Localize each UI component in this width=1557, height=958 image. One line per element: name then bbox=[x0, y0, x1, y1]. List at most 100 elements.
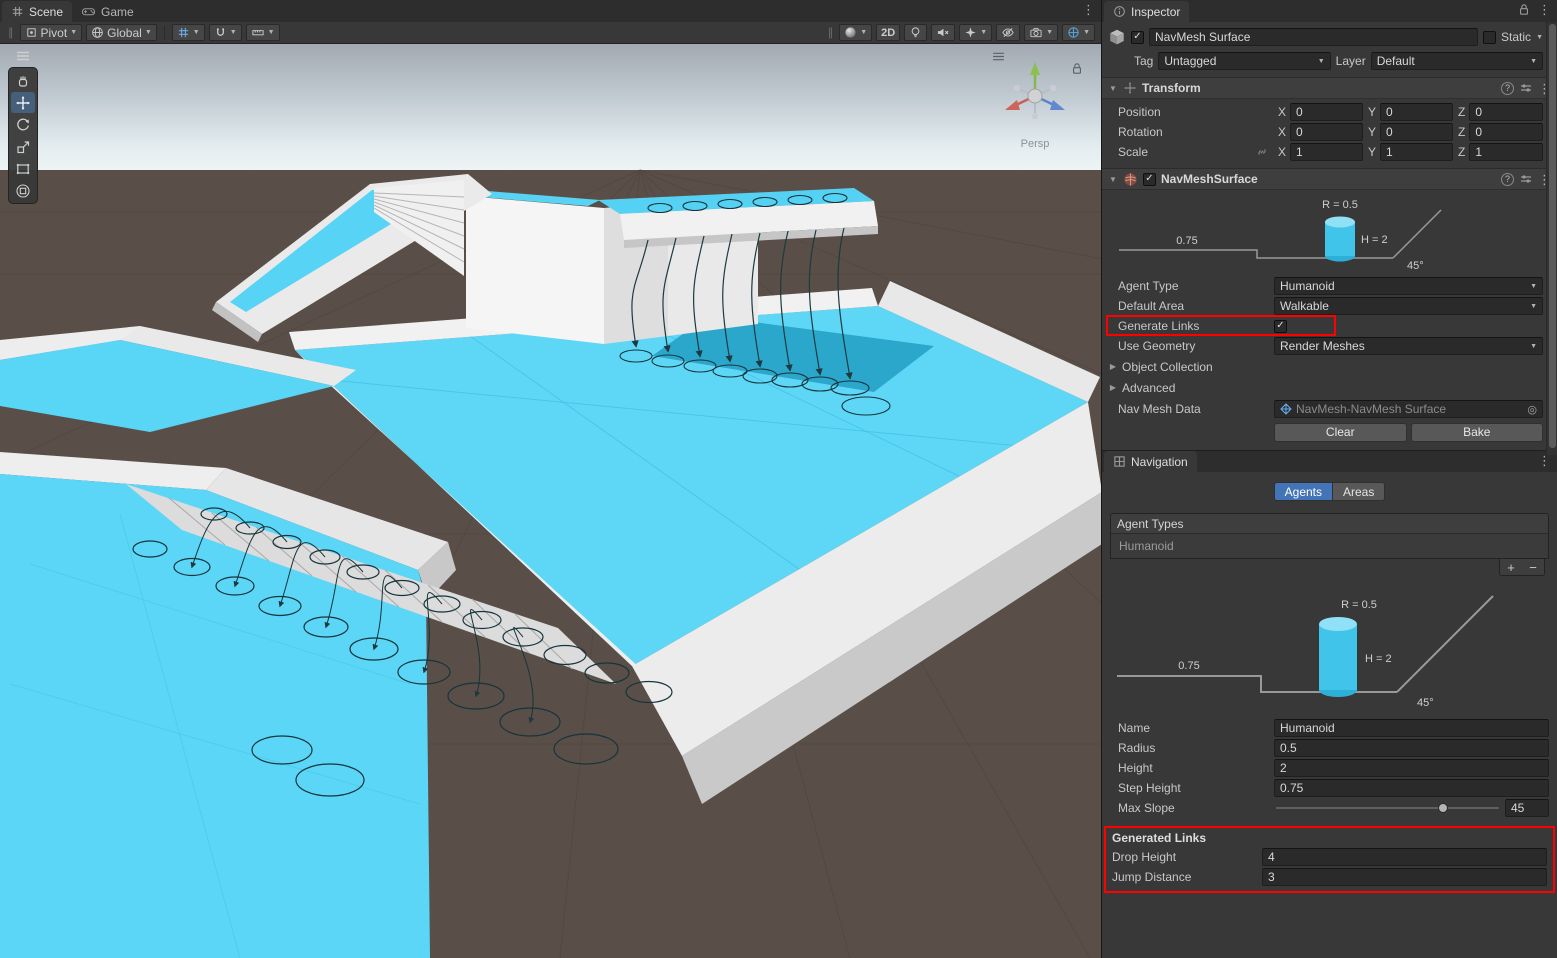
pivot-dropdown[interactable]: Pivot▼ bbox=[20, 24, 83, 41]
jump-distance-field[interactable]: 3 bbox=[1262, 868, 1547, 886]
agent-height-field[interactable]: 2 bbox=[1274, 759, 1549, 777]
tag-dropdown[interactable]: Untagged▼ bbox=[1158, 52, 1330, 70]
agent-type-dropdown[interactable]: Humanoid▼ bbox=[1274, 277, 1543, 295]
bake-button[interactable]: Bake bbox=[1411, 423, 1544, 442]
rotation-x-field[interactable]: 0 bbox=[1290, 123, 1363, 141]
navmesh-asset-icon bbox=[1280, 403, 1292, 415]
object-collection-foldout[interactable]: ▶ Object Collection bbox=[1102, 356, 1557, 377]
camera-settings-dropdown[interactable]: ▼ bbox=[1024, 24, 1058, 41]
scale-z-field[interactable]: 1 bbox=[1469, 143, 1543, 161]
position-x-field[interactable]: 0 bbox=[1290, 103, 1363, 121]
navmeshsurface-header[interactable]: ▼ ✓ NavMeshSurface ? ⋮ bbox=[1102, 168, 1557, 190]
agent-step-height-field[interactable]: 0.75 bbox=[1274, 779, 1549, 797]
generate-links-checkbox[interactable]: ✓ bbox=[1274, 320, 1287, 333]
agent-types-header: Agent Types bbox=[1111, 514, 1548, 534]
scene-toolbar: ∥ Pivot▼ Global▼ ▼ ▼ ▼ ∥ bbox=[0, 22, 1101, 44]
agent-type-item-humanoid[interactable]: Humanoid bbox=[1111, 534, 1548, 558]
2d-toggle[interactable]: 2D bbox=[876, 24, 900, 41]
gameobject-active-checkbox[interactable]: ✓ bbox=[1131, 31, 1144, 44]
help-icon[interactable]: ? bbox=[1501, 173, 1514, 186]
unity-editor-window: Scene Game ⋮ ∥ Pivot▼ Global▼ ▼ bbox=[0, 0, 1557, 958]
nav-mesh-data-object-field[interactable]: NavMesh-NavMesh Surface ◎ bbox=[1274, 400, 1543, 418]
advanced-foldout[interactable]: ▶ Advanced bbox=[1102, 377, 1557, 398]
grid-snap-dropdown[interactable]: ▼ bbox=[246, 24, 280, 41]
tab-scene[interactable]: Scene bbox=[2, 1, 72, 22]
rotate-tool-button[interactable] bbox=[11, 114, 35, 135]
constrain-proportions-icon[interactable] bbox=[1256, 146, 1268, 158]
lighting-toggle[interactable] bbox=[904, 24, 927, 41]
gizmos-dropdown[interactable]: ▼ bbox=[1062, 24, 1095, 41]
add-agent-type-button[interactable]: + bbox=[1500, 559, 1522, 575]
diagram-radius-label: R = 0.5 bbox=[1341, 599, 1377, 611]
scale-row: Scale X1 Y1 Z1 bbox=[1102, 142, 1557, 162]
foldout-icon[interactable]: ▼ bbox=[1108, 84, 1118, 93]
scene-render[interactable] bbox=[0, 44, 1101, 958]
scale-y-field[interactable]: 1 bbox=[1380, 143, 1453, 161]
scene-orientation-gizmo[interactable]: Persp bbox=[985, 50, 1085, 150]
agent-radius-field[interactable]: 0.5 bbox=[1274, 739, 1549, 757]
rotation-z-field[interactable]: 0 bbox=[1469, 123, 1543, 141]
scene-pane-menu-icon[interactable]: ⋮ bbox=[1082, 3, 1095, 16]
remove-agent-type-button[interactable]: − bbox=[1522, 559, 1544, 575]
transform-header[interactable]: ▼ Transform ? ⋮ bbox=[1102, 77, 1557, 99]
pivot-icon bbox=[25, 26, 38, 39]
inspector-tabbar: Inspector ⋮ bbox=[1102, 0, 1557, 22]
scene-viewport[interactable]: Persp bbox=[0, 44, 1101, 958]
gameobject-header: ✓ NavMesh Surface Static ▼ Tag Untagged▼… bbox=[1102, 22, 1557, 77]
drop-height-field[interactable]: 4 bbox=[1262, 848, 1547, 866]
object-picker-icon[interactable]: ◎ bbox=[1527, 403, 1537, 416]
default-area-dropdown[interactable]: Walkable▼ bbox=[1274, 297, 1543, 315]
inspector-scrollbar[interactable] bbox=[1546, 22, 1557, 455]
presets-icon[interactable] bbox=[1519, 81, 1533, 95]
clear-button[interactable]: Clear bbox=[1274, 423, 1407, 442]
tools-overlay-menu[interactable] bbox=[16, 48, 30, 64]
ruler-icon bbox=[251, 26, 265, 39]
scrollbar-thumb[interactable] bbox=[1549, 24, 1556, 448]
tab-areas[interactable]: Areas bbox=[1333, 482, 1385, 501]
rotation-y-field[interactable]: 0 bbox=[1380, 123, 1453, 141]
position-y-field[interactable]: 0 bbox=[1380, 103, 1453, 121]
toolbar-drag-handle-icon[interactable]: ∥ bbox=[8, 26, 14, 39]
gameobject-name-field[interactable]: NavMesh Surface bbox=[1149, 28, 1478, 46]
dropdown-arrow-icon: ▼ bbox=[860, 29, 867, 36]
presets-icon[interactable] bbox=[1519, 172, 1533, 186]
perspective-label[interactable]: Persp bbox=[985, 138, 1085, 150]
diagram-step-label: 0.75 bbox=[1176, 235, 1197, 247]
move-tool-button[interactable] bbox=[11, 92, 35, 113]
eye-slash-icon bbox=[1001, 26, 1015, 39]
tab-game[interactable]: Game bbox=[72, 1, 143, 22]
agent-name-field[interactable]: Humanoid bbox=[1274, 719, 1549, 737]
rect-tool-button[interactable] bbox=[11, 158, 35, 179]
inspector-menu-icon[interactable]: ⋮ bbox=[1538, 3, 1551, 16]
navigation-menu-icon[interactable]: ⋮ bbox=[1538, 454, 1551, 467]
lock-icon[interactable] bbox=[1518, 3, 1530, 16]
hand-tool-button[interactable] bbox=[11, 70, 35, 91]
audio-toggle[interactable] bbox=[931, 24, 955, 41]
layer-dropdown[interactable]: Default▼ bbox=[1371, 52, 1543, 70]
effects-dropdown[interactable]: ▼ bbox=[959, 24, 992, 41]
position-z-field[interactable]: 0 bbox=[1469, 103, 1543, 121]
navigation-icon bbox=[1113, 455, 1126, 468]
render-mode-dropdown[interactable]: ▼ bbox=[839, 24, 872, 41]
grid-visibility-dropdown[interactable]: ▼ bbox=[172, 24, 205, 41]
toolbar-drag-handle-icon[interactable]: ∥ bbox=[828, 26, 834, 39]
tab-inspector[interactable]: Inspector bbox=[1104, 1, 1189, 22]
static-checkbox[interactable] bbox=[1483, 31, 1496, 44]
navmeshsurface-enabled-checkbox[interactable]: ✓ bbox=[1143, 173, 1156, 186]
help-icon[interactable]: ? bbox=[1501, 82, 1514, 95]
scale-x-field[interactable]: 1 bbox=[1290, 143, 1363, 161]
max-slope-field[interactable]: 45 bbox=[1505, 799, 1549, 817]
scale-tool-button[interactable] bbox=[11, 136, 35, 157]
lightbulb-icon bbox=[909, 26, 922, 39]
transform-tool-button[interactable] bbox=[11, 180, 35, 201]
slider-handle[interactable] bbox=[1438, 803, 1448, 813]
scene-visibility-toggle[interactable] bbox=[996, 24, 1020, 41]
foldout-icon[interactable]: ▼ bbox=[1108, 175, 1118, 184]
tab-navigation[interactable]: Navigation bbox=[1104, 451, 1197, 472]
global-dropdown[interactable]: Global▼ bbox=[86, 24, 157, 41]
use-geometry-dropdown[interactable]: Render Meshes▼ bbox=[1274, 337, 1543, 355]
max-slope-slider[interactable] bbox=[1276, 798, 1499, 818]
static-dropdown-arrow-icon[interactable]: ▼ bbox=[1536, 34, 1543, 41]
snap-settings-dropdown[interactable]: ▼ bbox=[209, 24, 242, 41]
tab-agents[interactable]: Agents bbox=[1274, 482, 1333, 501]
